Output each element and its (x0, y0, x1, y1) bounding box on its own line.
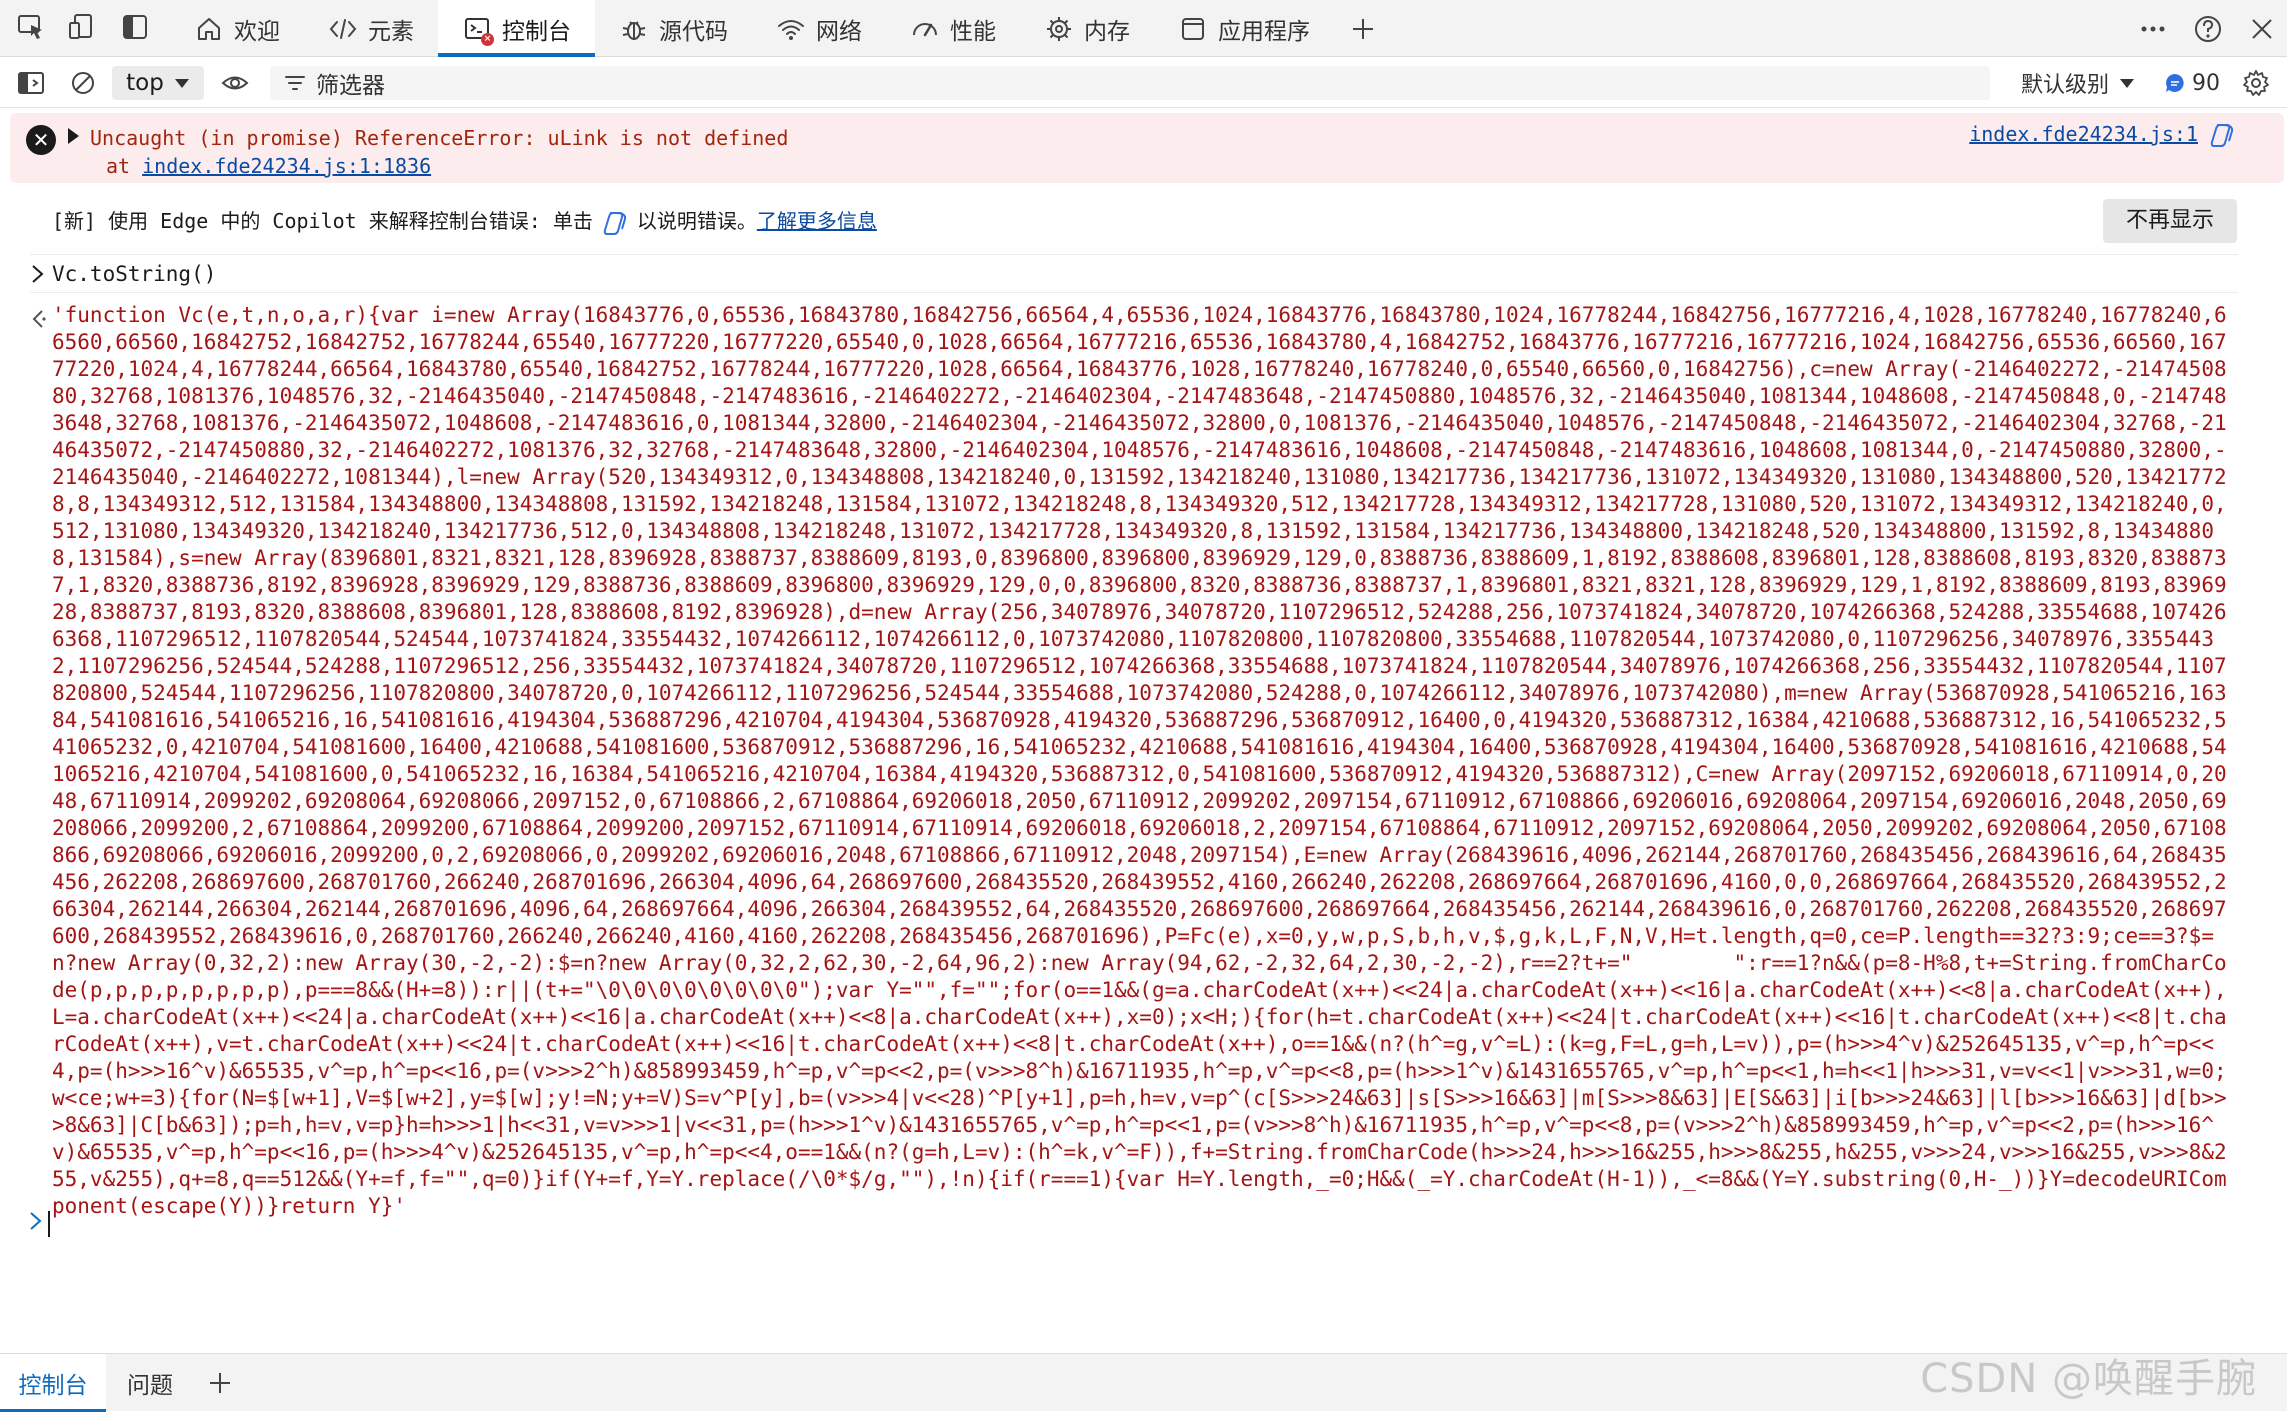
tab-label: 控制台 (502, 18, 571, 45)
copilot-banner: [新] 使用 Edge 中的 Copilot 来解释控制台错误: 单击 以说明错误… (52, 205, 877, 241)
learn-more-link[interactable]: 了解更多信息 (757, 209, 877, 233)
message-count-value: 90 (2192, 70, 2220, 96)
drawer-tab-console[interactable]: 控制台 (0, 1354, 106, 1412)
toggle-sidebar-icon[interactable] (118, 10, 152, 44)
banner-text: [新] 使用 Edge 中的 Copilot 来解释控制台错误: 单击 (52, 209, 593, 233)
inspect-element-icon[interactable] (14, 10, 48, 44)
drawer-add-tab-button[interactable] (200, 1354, 240, 1412)
more-tools-icon[interactable] (2139, 15, 2167, 43)
stack-location-link[interactable]: index.fde24234.js:1:1836 (142, 154, 431, 178)
result-chevron-icon (30, 308, 48, 330)
tab-label: 源代码 (659, 18, 728, 45)
tab-welcome[interactable]: 欢迎 (170, 0, 304, 57)
devtools-tab-bar: 欢迎 元素 × 控制台 源代码 网络 性能 内存 应用程序 (0, 0, 2287, 57)
tab-label: 网络 (816, 18, 862, 45)
tab-console[interactable]: × 控制台 (438, 0, 595, 57)
console-error-message[interactable]: ✕ Uncaught (in promise) ReferenceError: … (10, 113, 2284, 183)
add-tab-button[interactable] (1334, 0, 1392, 57)
error-text: Uncaught (in promise) ReferenceError: uL… (90, 126, 789, 150)
copilot-explain-icon[interactable] (2208, 121, 2236, 149)
filter-placeholder: 筛选器 (316, 73, 385, 99)
chevron-down-icon (2120, 79, 2134, 88)
prompt-chevron-icon (28, 1210, 44, 1232)
divider (30, 292, 2238, 293)
live-expression-icon[interactable] (218, 66, 252, 100)
bug-icon (619, 14, 649, 44)
banner-text-after: 以说明错误。 (636, 209, 757, 233)
help-icon[interactable] (2193, 14, 2223, 44)
dont-show-again-button[interactable]: 不再显示 (2103, 199, 2237, 243)
message-icon (2166, 74, 2184, 92)
input-chevron-icon (30, 263, 46, 285)
devtools-tabs: 欢迎 元素 × 控制台 源代码 网络 性能 内存 应用程序 (170, 0, 1392, 57)
tab-network[interactable]: 网络 (752, 0, 886, 57)
plus-icon (210, 1373, 230, 1393)
console-sidebar-icon[interactable] (14, 66, 48, 100)
copilot-icon (601, 209, 629, 237)
console-result-string: 'function Vc(e,t,n,o,a,r){var i=new Arra… (52, 303, 2227, 1218)
chevron-down-icon (174, 79, 189, 88)
message-count[interactable]: 90 (2162, 66, 2222, 100)
expand-triangle-icon[interactable] (68, 128, 79, 144)
error-icon: ✕ (26, 125, 56, 155)
console-toolbar: top 筛选器 默认级别 90 (0, 58, 2287, 108)
console-settings-icon[interactable] (2238, 66, 2274, 100)
log-levels-dropdown[interactable]: 默认级别 (2018, 66, 2138, 100)
tab-label: 欢迎 (234, 18, 280, 45)
console-command: Vc.toString() (52, 262, 217, 286)
performance-icon (910, 14, 940, 44)
tab-label: 内存 (1084, 18, 1130, 45)
device-emulation-icon[interactable] (65, 10, 99, 44)
context-value: top (126, 70, 164, 96)
console-icon: × (462, 14, 494, 46)
context-select[interactable]: top (112, 66, 204, 100)
error-badge-icon: × (481, 32, 494, 46)
error-source-link[interactable]: index.fde24234.js:1 (1969, 122, 2198, 146)
home-icon (194, 14, 224, 44)
wifi-icon (776, 14, 806, 44)
tab-memory[interactable]: 内存 (1020, 0, 1154, 57)
tab-elements[interactable]: 元素 (304, 0, 438, 57)
log-levels-label: 默认级别 (2020, 73, 2109, 98)
plus-icon (1348, 14, 1378, 44)
tab-performance[interactable]: 性能 (886, 0, 1020, 57)
error-stack-line: at index.fde24234.js:1:1836 (106, 154, 431, 178)
filter-input[interactable]: 筛选器 (270, 66, 1990, 100)
divider (30, 254, 2238, 255)
tab-label: 应用程序 (1218, 18, 1310, 45)
memory-icon (1044, 14, 1074, 44)
code-icon (328, 14, 358, 44)
drawer-tab-issues[interactable]: 问题 (108, 1354, 192, 1412)
tab-label: 性能 (950, 18, 996, 45)
tab-label: 元素 (368, 18, 414, 45)
watermark: CSDN @唤醒手腕 (1920, 1356, 2257, 1402)
stack-prefix: at (106, 154, 143, 178)
tab-application[interactable]: 应用程序 (1154, 0, 1334, 57)
filter-icon (285, 76, 305, 90)
console-input[interactable] (48, 1211, 50, 1237)
close-devtools-icon[interactable] (2249, 16, 2275, 42)
clear-console-icon[interactable] (66, 66, 100, 100)
tab-bar-actions (2139, 0, 2275, 57)
application-icon (1178, 14, 1208, 44)
tab-sources[interactable]: 源代码 (595, 0, 752, 57)
